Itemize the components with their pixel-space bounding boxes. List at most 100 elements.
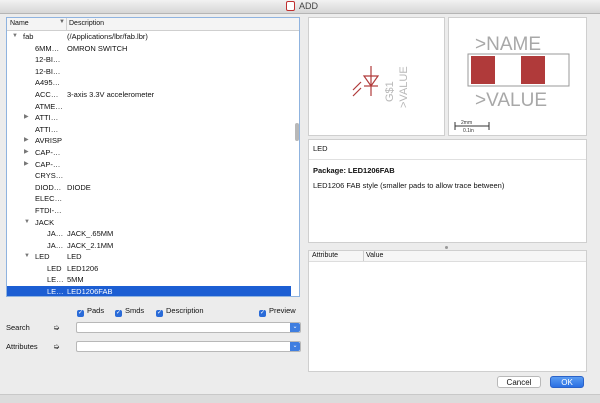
pad-left [471,56,495,84]
tree-row[interactable]: 12-BI… [7,66,291,78]
column-divider[interactable] [363,251,364,261]
tree-row-name: DIOD… [35,182,62,192]
tree-row-name: AVRISP [35,136,62,146]
tree-row[interactable]: ATTI… [7,124,291,136]
disclosure-closed-icon[interactable]: ▶ [24,159,29,171]
tree-row-name: LED [47,263,62,273]
sort-down-icon: ▼ [59,19,65,25]
tree-row[interactable]: LE… 5MM [7,274,291,286]
package-name-label: >NAME [475,34,541,55]
tree-row[interactable]: DIOD… DIODE [7,182,291,194]
tree-row[interactable]: 6MM… OMRON SWITCH [7,43,291,55]
tree-row-description: LED1206 [67,263,99,273]
tree-row-name: CRYS… [35,171,64,181]
package-label: Package: [313,166,346,175]
tree-row-description: (/Applications/lbr/fab.lbr) [67,32,148,41]
tree-row-name: 12-BI… [35,66,61,76]
tree-row[interactable]: ACC… 3-axis 3.3V accelerometer [7,89,291,101]
tree-row[interactable]: A495… [7,77,291,89]
disclosure-closed-icon[interactable]: ▶ [24,112,29,124]
tree-row[interactable]: CRYS… [7,170,291,182]
check-icon: ✓ [77,310,84,317]
tree-row[interactable]: ▼ JACK [7,217,291,229]
disclosure-closed-icon[interactable]: ▶ [24,147,29,159]
chevron-down-icon[interactable]: ⌄ [290,342,300,351]
tree-row[interactable]: ▶ ATTI… [7,112,291,124]
pad-right [521,56,545,84]
tree-row-name: 6MM… [35,43,60,53]
tree-row[interactable]: ▶ AVRISP [7,135,291,147]
tree-row-name: A495… [35,78,61,88]
attributes-input[interactable] [79,342,284,351]
scale-mm-label: 2mm [461,120,472,126]
chevron-down-icon[interactable]: ⌄ [290,323,300,332]
package-value-label: >VALUE [475,90,547,111]
attributes-header: Attribute Value [309,251,586,262]
cancel-button[interactable]: Cancel [497,376,541,388]
disclosure-open-icon[interactable]: ▼ [12,31,18,43]
disclosure-closed-icon[interactable]: ▶ [24,135,29,147]
tree-row-name: FTDI-… [35,205,62,215]
tree-row[interactable]: ▼ fab (/Applications/lbr/fab.lbr) [7,31,291,43]
search-input[interactable] [79,323,284,332]
tree-row[interactable]: LED LED1206 [7,263,291,275]
description-panel: LED Package: LED1206FAB LED1206 FAB styl… [308,139,587,243]
tree-row[interactable]: ▶ CAP-… [7,147,291,159]
disclosure-open-icon[interactable]: ▼ [24,251,30,263]
value-column-header[interactable]: Value [366,252,383,259]
tree-row[interactable]: 12-BI… [7,54,291,66]
tree-row-name: JA… [47,229,64,239]
column-name-header[interactable]: Name [10,20,29,27]
column-description-header[interactable]: Description [69,20,104,27]
splitter-handle[interactable] [445,246,448,249]
ok-button[interactable]: OK [550,376,584,388]
tree-row[interactable]: LE… LED1206FAB [7,286,291,297]
preview-checkbox[interactable]: ✓ Preview [259,306,296,317]
tree-row-name: CAP-… [35,159,61,169]
tree-row-description: 3-axis 3.3V accelerometer [67,89,155,99]
check-icon: ✓ [156,310,163,317]
symbol-preview: G$1 >VALUE [308,17,445,136]
tree-header: Name ▼ Description [7,18,299,31]
scale-in-label: 0.1in [463,128,474,134]
check-icon: ✓ [115,310,122,317]
library-tree[interactable]: Name ▼ Description ▼ fab (/Applications/lb… [6,17,300,297]
tree-row[interactable]: ▼ LED LED [7,251,291,263]
attributes-combobox[interactable]: ⌄ [76,341,301,352]
attribute-column-header[interactable]: Attribute [312,252,338,259]
tree-row-description: LED1206FAB [67,287,113,297]
tree-row-description: JACK_2.1MM [67,240,114,250]
package-info: Package: LED1206FAB [313,166,582,175]
device-description: LED1206 FAB style (smaller pads to allow… [313,181,505,190]
device-name: LED [313,144,328,153]
tree-row-name: LE… [47,275,64,285]
tree-row-name: ATME… [35,101,63,111]
tree-row-description: DIODE [67,182,91,192]
tree-row[interactable]: JA… JACK_.65MM [7,228,291,240]
arrow-box-icon[interactable]: ➭ [53,324,63,332]
symbol-name-label: G$1 [384,81,396,102]
disclosure-open-icon[interactable]: ▼ [24,217,30,229]
tree-row[interactable]: ▶ CAP-… [7,159,291,171]
app-icon [286,1,295,11]
tree-row[interactable]: ATME… [7,101,291,113]
tree-row-name: LE… [47,287,64,297]
tree-row[interactable]: JA… JACK_2.1MM [7,240,291,252]
tree-row-name: fab [23,32,34,41]
description-checkbox[interactable]: ✓ Description [156,306,204,317]
check-icon: ✓ [259,310,266,317]
symbol-value-label: >VALUE [398,66,410,108]
tree-row[interactable]: FTDI-… [7,205,291,217]
column-divider[interactable] [66,18,67,30]
package-drawing: >NAME >VALUE 2mm 0.1in [454,34,570,134]
tree-row-description: 5MM [67,275,84,285]
search-combobox[interactable]: ⌄ [76,322,301,333]
tree-row-name: ACC… [35,89,59,99]
tree-row-name: ELEC… [35,194,63,204]
smds-checkbox[interactable]: ✓ Smds [115,306,144,317]
pads-checkbox[interactable]: ✓ Pads [77,306,104,317]
arrow-box-icon[interactable]: ➭ [53,343,63,351]
tree-row[interactable]: ELEC… [7,193,291,205]
tree-row-name: ATTI… [35,124,59,134]
tree-vertical-scrollbar[interactable] [295,123,299,141]
